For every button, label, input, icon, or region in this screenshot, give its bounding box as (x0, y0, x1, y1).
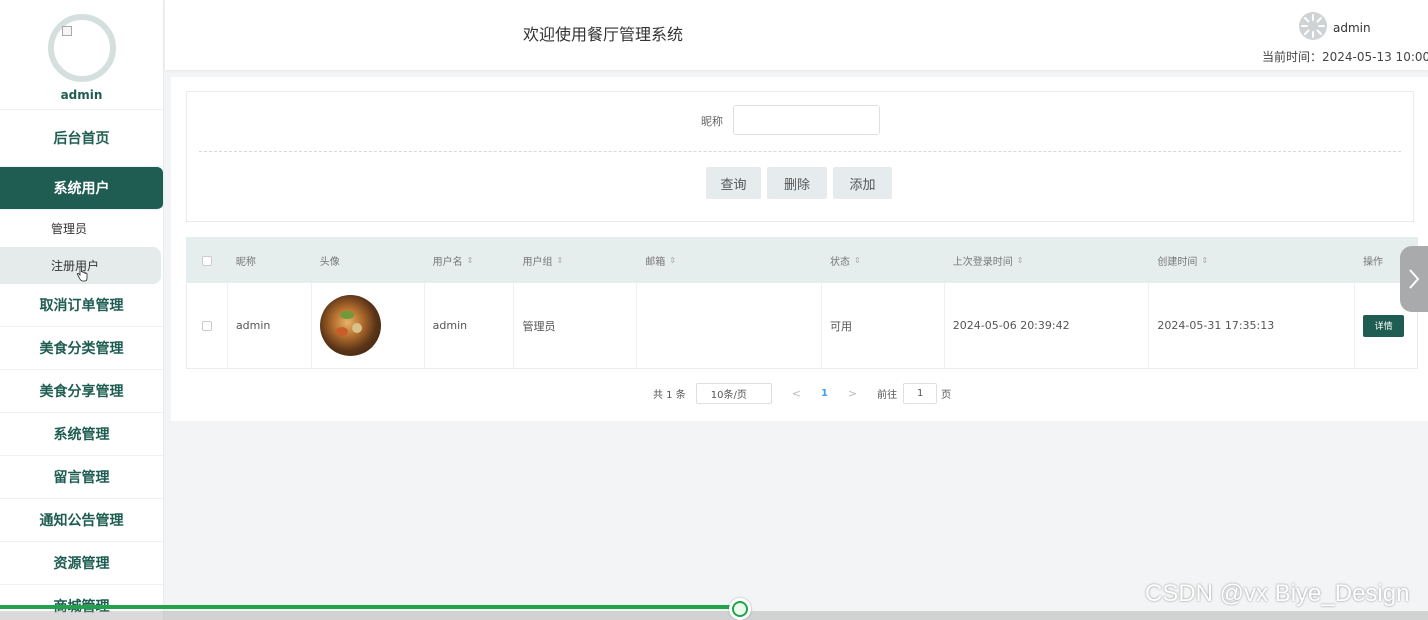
top-header: 欢迎使用餐厅管理系统 admin 当前时间：2024-05-13 10:00:3 (165, 0, 1428, 70)
search-panel: 昵称 查询 删除 添加 (186, 91, 1414, 222)
table-row: admin admin 管理员 可用 2024-05-06 20:39:42 2… (187, 283, 1417, 368)
cell-created: 2024-05-31 17:35:13 (1149, 283, 1356, 368)
page-size-select[interactable]: 10条/页 (695, 383, 772, 404)
header-username[interactable]: admin (1333, 21, 1371, 35)
sidebar-item-food-share[interactable]: 美食分享管理 (0, 370, 163, 413)
current-page-number[interactable]: 1 (821, 388, 828, 399)
user-avatar[interactable] (1299, 12, 1327, 40)
column-header-avatar: 头像 (319, 257, 340, 268)
nickname-label: 昵称 (701, 115, 723, 128)
sidebar-item-home[interactable]: 后台首页 (0, 110, 163, 167)
pagination-total: 共 1 条 (653, 390, 686, 401)
column-header-username[interactable]: 用户名 ⇕ (425, 238, 515, 283)
watermark: CSDN @vx Biye_Design (1145, 580, 1410, 607)
sort-icon[interactable]: ⇕ (467, 256, 474, 265)
main-content: 昵称 查询 删除 添加 昵称 头像 用户名 ⇕ 用户组 ⇕ 邮箱 ⇕ 状态 ⇕ 上次登录… (171, 77, 1428, 421)
cell-status: 可用 (822, 283, 945, 368)
sidebar-item-system[interactable]: 系统管理 (0, 413, 163, 456)
pagination: 共 1 条 10条/页 < 1 > 前往 1 页 (653, 383, 951, 404)
add-button[interactable]: 添加 (833, 167, 892, 199)
sort-icon[interactable]: ⇕ (556, 256, 563, 265)
cell-email (637, 283, 822, 368)
table-header: 昵称 头像 用户名 ⇕ 用户组 ⇕ 邮箱 ⇕ 状态 ⇕ 上次登录时间 ⇕ 创建时间 ⇕ 操作 (187, 238, 1417, 283)
column-header-nickname: 昵称 (235, 257, 256, 268)
current-time: 当前时间：2024-05-13 10:00:3 (1262, 50, 1428, 64)
goto-page-input[interactable]: 1 (903, 383, 938, 404)
header-select-cell (187, 238, 228, 283)
sort-icon[interactable]: ⇕ (854, 256, 861, 265)
loading-spinner-icon (1301, 14, 1325, 38)
column-header-status[interactable]: 状态 ⇕ (822, 238, 945, 283)
sidebar-item-resources[interactable]: 资源管理 (0, 542, 163, 585)
cell-last-login: 2024-05-06 20:39:42 (945, 283, 1150, 368)
sidebar-item-system-users[interactable]: 系统用户 (0, 167, 163, 210)
profile-name: admin (60, 88, 103, 102)
sidebar: admin 后台首页 系统用户 管理员 注册用户 取消订单管理 美食分类管理 美… (0, 0, 164, 620)
next-page-icon[interactable]: > (848, 387, 857, 400)
profile-section: admin (0, 0, 163, 110)
cell-group: 管理员 (514, 283, 638, 368)
avatar (47, 14, 116, 82)
sort-icon[interactable]: ⇕ (669, 256, 676, 265)
video-progress-track[interactable] (0, 611, 1428, 620)
prev-page-icon[interactable]: < (792, 387, 801, 400)
food-avatar-image (319, 295, 381, 356)
column-header-created[interactable]: 创建时间 ⇕ (1149, 238, 1355, 283)
column-header-email[interactable]: 邮箱 ⇕ (637, 238, 822, 283)
page-title: 欢迎使用餐厅管理系统 (523, 25, 684, 44)
sidebar-subitem-admins[interactable]: 管理员 (0, 210, 163, 247)
column-header-group[interactable]: 用户组 ⇕ (514, 238, 637, 283)
divider (199, 151, 1401, 152)
cell-nickname: admin (228, 283, 312, 368)
select-all-checkbox[interactable] (202, 255, 213, 266)
page-suffix: 页 (941, 390, 952, 401)
row-checkbox[interactable] (201, 320, 212, 331)
sidebar-item-cancel-orders[interactable]: 取消订单管理 (0, 284, 163, 327)
nickname-search-input[interactable] (733, 105, 880, 135)
query-button[interactable]: 查询 (706, 167, 761, 199)
goto-label: 前往 (877, 390, 898, 401)
hand-cursor-icon (76, 266, 88, 282)
video-progress-fill (0, 605, 740, 609)
detail-button[interactable]: 详情 (1363, 314, 1405, 337)
sort-icon[interactable]: ⇕ (1201, 256, 1208, 265)
chevron-right-icon[interactable] (1400, 246, 1428, 312)
cell-avatar (312, 283, 425, 368)
column-header-last-login[interactable]: 上次登录时间 ⇕ (945, 238, 1150, 283)
row-select-cell (187, 283, 228, 368)
sidebar-subitem-registered-users[interactable]: 注册用户 (0, 247, 161, 284)
broken-image-icon (61, 26, 72, 36)
sidebar-subitem-label: 注册用户 (51, 259, 100, 273)
sidebar-item-messages[interactable]: 留言管理 (0, 456, 163, 499)
sidebar-item-food-category[interactable]: 美食分类管理 (0, 327, 163, 370)
cell-username: admin (425, 283, 515, 368)
delete-button[interactable]: 删除 (767, 167, 827, 199)
video-progress-knob[interactable] (728, 598, 751, 620)
sort-icon[interactable]: ⇕ (1017, 256, 1024, 265)
users-table: 昵称 头像 用户名 ⇕ 用户组 ⇕ 邮箱 ⇕ 状态 ⇕ 上次登录时间 ⇕ 创建时间 ⇕ 操作… (186, 237, 1418, 369)
sidebar-item-notices[interactable]: 通知公告管理 (0, 499, 163, 542)
